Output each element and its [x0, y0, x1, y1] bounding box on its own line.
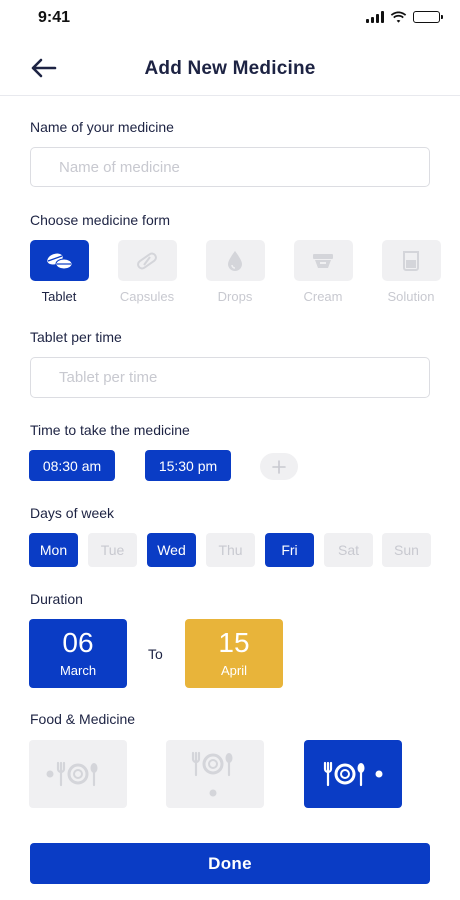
day-chip-mon[interactable]: Mon — [29, 533, 78, 567]
medicine-name-input[interactable] — [30, 147, 430, 187]
day-chip-sat[interactable]: Sat — [324, 533, 373, 567]
after-meal-icon — [323, 761, 383, 787]
dose-input[interactable] — [30, 357, 430, 398]
page-title: Add New Medicine — [144, 58, 316, 79]
plus-icon — [272, 459, 286, 474]
status-bar: 9:41 — [0, 0, 460, 36]
time-chip[interactable]: 15:30 pm — [145, 450, 231, 481]
food-label: Food & Medicine — [30, 711, 136, 727]
dose-label: Tablet per time — [30, 329, 122, 345]
medicine-name-label: Name of your medicine — [30, 119, 174, 135]
days-label: Days of week — [30, 505, 115, 521]
day-chip-sun[interactable]: Sun — [382, 533, 431, 567]
with-meal-icon — [191, 751, 233, 797]
start-date-card[interactable]: 06 March — [29, 619, 127, 688]
form-option-capsules[interactable]: Capsules — [117, 240, 177, 304]
time-label: Time to take the medicine — [30, 422, 190, 438]
medicine-form-label: Choose medicine form — [30, 212, 171, 228]
drop-icon — [228, 250, 242, 271]
end-date-month: April — [220, 663, 247, 678]
status-icons — [366, 11, 443, 23]
battery-icon — [413, 11, 443, 23]
add-time-button[interactable] — [260, 453, 298, 480]
form-option-label: Capsules — [119, 289, 175, 304]
form-option-solution[interactable]: Solution — [381, 240, 441, 304]
duration-label: Duration — [30, 591, 83, 607]
form-option-label: Solution — [387, 289, 435, 304]
status-time: 9:41 — [38, 9, 71, 26]
end-date-card[interactable]: 15 April — [185, 619, 283, 688]
form-option-label: Cream — [303, 289, 343, 304]
cream-icon — [313, 253, 333, 268]
header: Add New Medicine — [0, 46, 460, 96]
food-option-with-meal[interactable] — [166, 740, 264, 808]
cellular-signal-icon — [366, 11, 384, 23]
done-button[interactable]: Done — [30, 843, 430, 884]
time-chip[interactable]: 08:30 am — [29, 450, 115, 481]
day-chip-tue[interactable]: Tue — [88, 533, 137, 567]
day-chip-wed[interactable]: Wed — [147, 533, 196, 567]
form-option-drops[interactable]: Drops — [205, 240, 265, 304]
start-date-month: March — [59, 663, 97, 678]
form-option-label: Drops — [217, 289, 253, 304]
day-chip-fri[interactable]: Fri — [265, 533, 314, 567]
start-date-day: 06 — [62, 627, 94, 658]
end-date-day: 15 — [218, 627, 250, 658]
before-meal-icon — [46, 761, 98, 787]
form-option-tablet[interactable]: Tablet — [29, 240, 89, 304]
duration-separator: To — [148, 646, 163, 662]
wifi-icon — [390, 11, 407, 23]
solution-icon — [403, 250, 419, 271]
day-chip-thu[interactable]: Thu — [206, 533, 255, 567]
capsule-icon — [137, 252, 157, 269]
form-option-label: Tablet — [41, 289, 77, 304]
food-option-after-meal[interactable] — [304, 740, 402, 808]
tablet-icon — [47, 253, 73, 269]
form-option-cream[interactable]: Cream — [293, 240, 353, 304]
food-option-before-meal[interactable] — [29, 740, 127, 808]
